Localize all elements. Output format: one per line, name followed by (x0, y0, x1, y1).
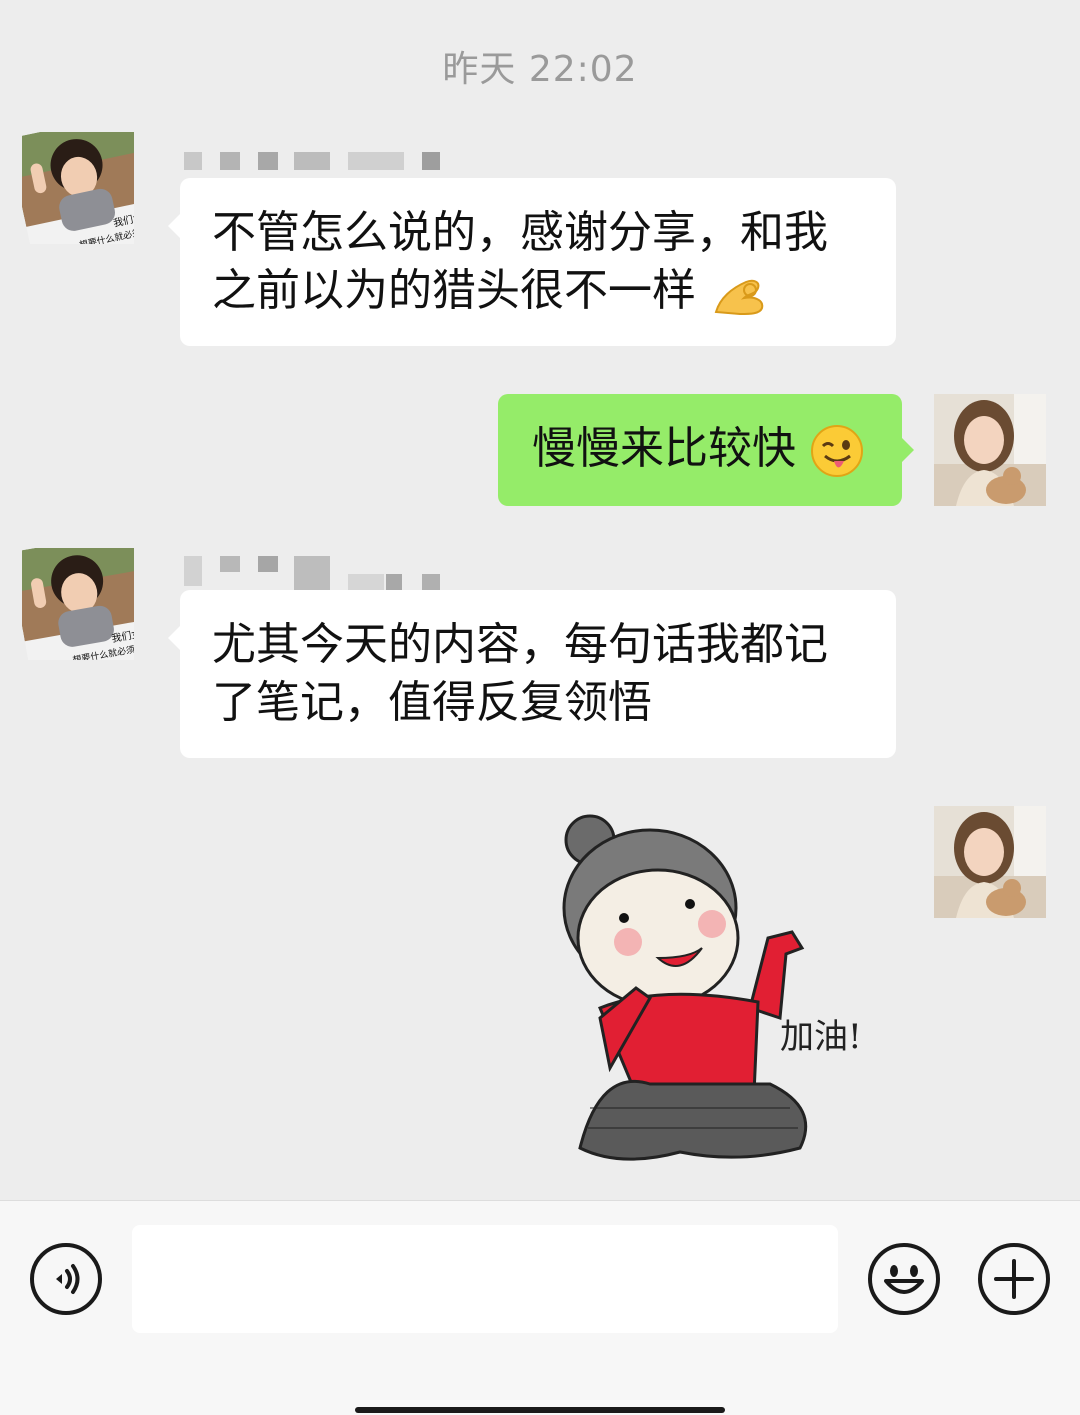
input-bar (0, 1200, 1080, 1415)
sent-message-bubble[interactable]: 慢慢来比较快 (498, 394, 914, 506)
chat-timestamp: 昨天 22:02 (442, 49, 638, 90)
plus-icon (994, 1259, 1034, 1299)
voice-button[interactable] (30, 1243, 102, 1315)
contact-avatar[interactable]: 我们女人 想要什么就必须搞到手 (22, 132, 134, 244)
toddler-meme-avatar-image: 我们女人 想要什么就必须搞到手 (22, 132, 134, 244)
voice-icon (56, 1264, 80, 1294)
toddler-meme-avatar-image: 我们女人 想要什么就必须搞到手 (22, 548, 134, 660)
smiley-icon (884, 1265, 924, 1294)
sender-name-redacted (184, 152, 444, 176)
my-avatar[interactable] (934, 394, 1046, 506)
sender-name-redacted (184, 556, 444, 592)
winking-tongue-emoji-icon (811, 425, 863, 477)
received-message-bubble[interactable]: 不管怎么说的，感谢分享，和我 之前以为的猎头很不一样 (168, 178, 896, 346)
message-text-line: 之前以为的猎头很不一样 (212, 262, 864, 320)
message-text-line: 不管怎么说的，感谢分享，和我 (212, 207, 828, 258)
message-text-line: 了笔记，值得反复领悟 (212, 677, 652, 728)
my-avatar[interactable] (934, 806, 1046, 918)
received-message-bubble[interactable]: 尤其今天的内容，每句话我都记 了笔记，值得反复领悟 (168, 590, 896, 758)
message-input[interactable] (132, 1225, 838, 1333)
cheer-girl-sticker-image: 加油! (562, 814, 862, 1161)
ok-hand-emoji-icon (714, 279, 764, 316)
woman-with-cat-avatar-image (934, 806, 1046, 918)
home-indicator (355, 1407, 725, 1413)
message-text-line: 尤其今天的内容，每句话我都记 (212, 619, 828, 670)
sticker-text: 加油! (780, 1017, 862, 1057)
woman-with-cat-avatar-image (934, 394, 1046, 506)
emoji-button[interactable] (868, 1243, 940, 1315)
plus-button[interactable] (978, 1243, 1050, 1315)
cheer-sticker[interactable]: 加油! (540, 808, 900, 1178)
message-text-line: 慢慢来比较快 (532, 420, 902, 478)
contact-avatar[interactable]: 我们女人 想要什么就必须搞到手 (22, 548, 134, 660)
